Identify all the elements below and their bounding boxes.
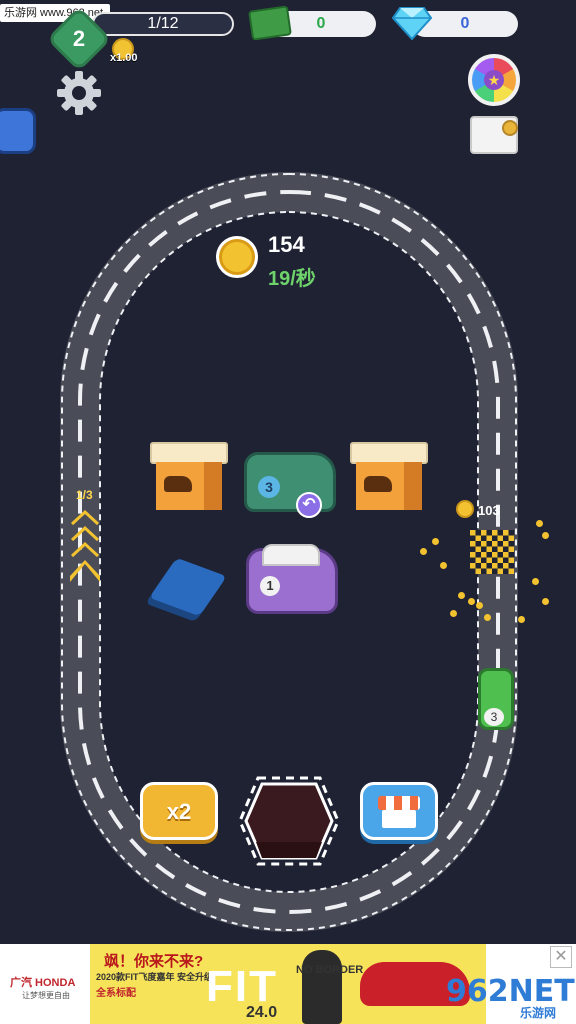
recall-arrow-icon[interactable]: ↶ — [296, 492, 322, 518]
coin-particle — [484, 614, 491, 621]
coin-particle — [536, 520, 543, 527]
car-silhouette-icon — [164, 476, 192, 492]
coin-particle — [440, 562, 447, 569]
corner-car-icon — [0, 108, 36, 154]
coin-particle — [450, 610, 457, 617]
ad-headline: 飒！你来不来? — [104, 953, 204, 970]
coin-particle — [542, 598, 549, 605]
chevron-up-icon — [70, 541, 100, 558]
gear-icon[interactable] — [56, 70, 102, 116]
coin-particle — [432, 538, 439, 545]
finish-line — [470, 530, 514, 574]
coin-rate: 19/秒 — [268, 268, 316, 290]
coin-particle — [518, 616, 525, 623]
ad-brand: 广汽 HONDA — [10, 977, 76, 989]
coin-particle — [420, 548, 427, 555]
coin-particle — [542, 532, 549, 539]
coin-total: 154 — [268, 232, 305, 257]
car-level-badge: 3 — [258, 476, 280, 498]
diamond-icon — [392, 7, 432, 40]
buy-car-button[interactable] — [236, 768, 342, 874]
close-icon[interactable]: ✕ — [550, 946, 572, 968]
crate-lid — [150, 442, 228, 464]
crate-lid — [350, 442, 428, 464]
mystery-crate[interactable] — [350, 442, 428, 512]
ad-price: 24.0 — [246, 1004, 278, 1021]
coin-particle — [476, 602, 483, 609]
income-multiplier: x1.00 — [110, 52, 138, 64]
ad-subline: 2020款FIT飞度嘉年 安全升级 — [96, 972, 214, 982]
shop-front-icon — [382, 810, 416, 828]
level-progress-bar: 1/12 — [92, 12, 234, 36]
mystery-crate[interactable] — [150, 442, 228, 512]
shop-awning-icon — [378, 796, 420, 810]
lap-counter: 1/3 — [76, 488, 93, 502]
chevron-up-icon — [70, 560, 100, 582]
ad-model-person — [302, 950, 342, 1024]
coin-icon — [216, 236, 258, 278]
coin-particle — [458, 592, 465, 599]
car-silhouette-icon — [364, 476, 392, 492]
coin-particle — [532, 578, 539, 585]
seal-icon — [502, 120, 518, 136]
coin-popup-count: 103 — [478, 503, 500, 518]
level-number: 2 — [72, 26, 86, 51]
car-level-badge: 3 — [484, 708, 504, 726]
ad-tag: NO BORDER — [296, 964, 364, 976]
double-income-button[interactable]: x2 — [140, 782, 218, 840]
car-roof — [262, 544, 320, 566]
car-level-badge: 1 — [260, 576, 280, 596]
ad-highlight: 全系标配 — [96, 988, 136, 999]
coin-particle — [468, 598, 475, 605]
coin-icon — [456, 500, 474, 518]
star-icon: ★ — [484, 70, 504, 90]
cash-icon — [248, 5, 292, 41]
watermark-logo-cn: 乐游网 — [520, 1006, 557, 1020]
ad-brand-slogan: 让梦想更自由 — [22, 991, 70, 1000]
